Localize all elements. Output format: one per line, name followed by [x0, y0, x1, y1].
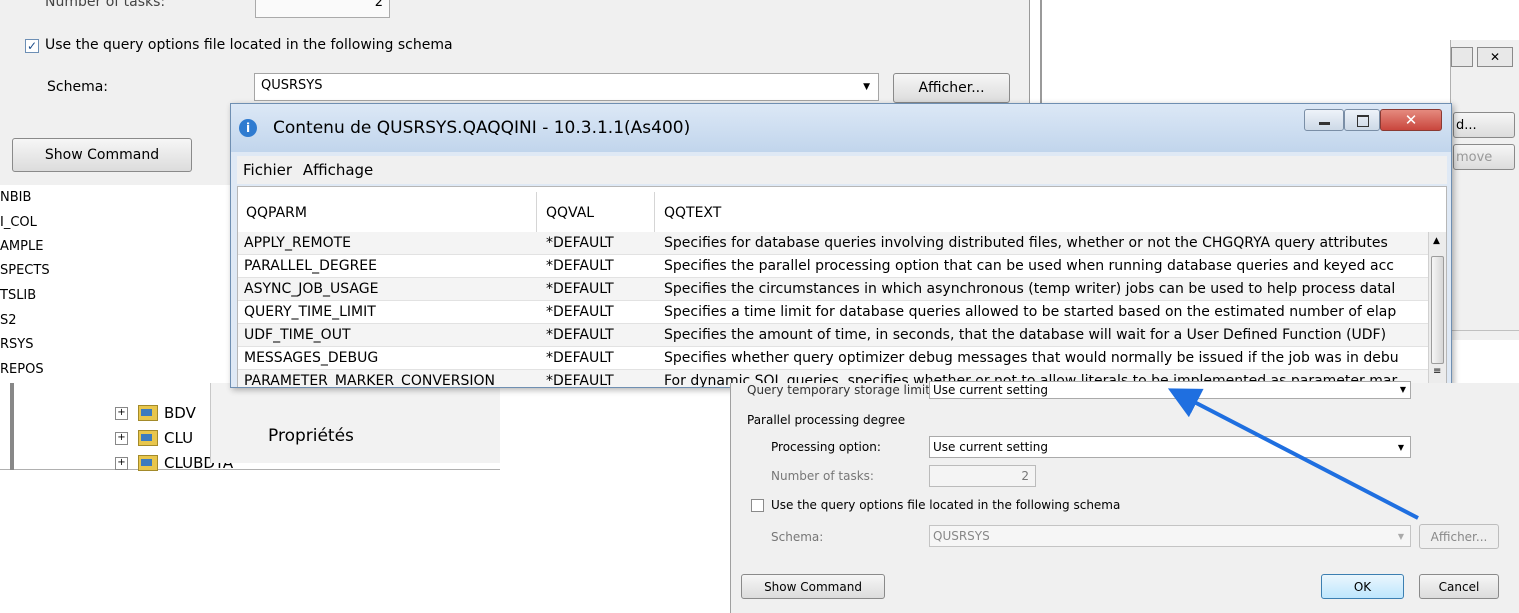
arrow-line	[1167, 388, 1419, 520]
annotation-arrow	[1167, 388, 1419, 520]
